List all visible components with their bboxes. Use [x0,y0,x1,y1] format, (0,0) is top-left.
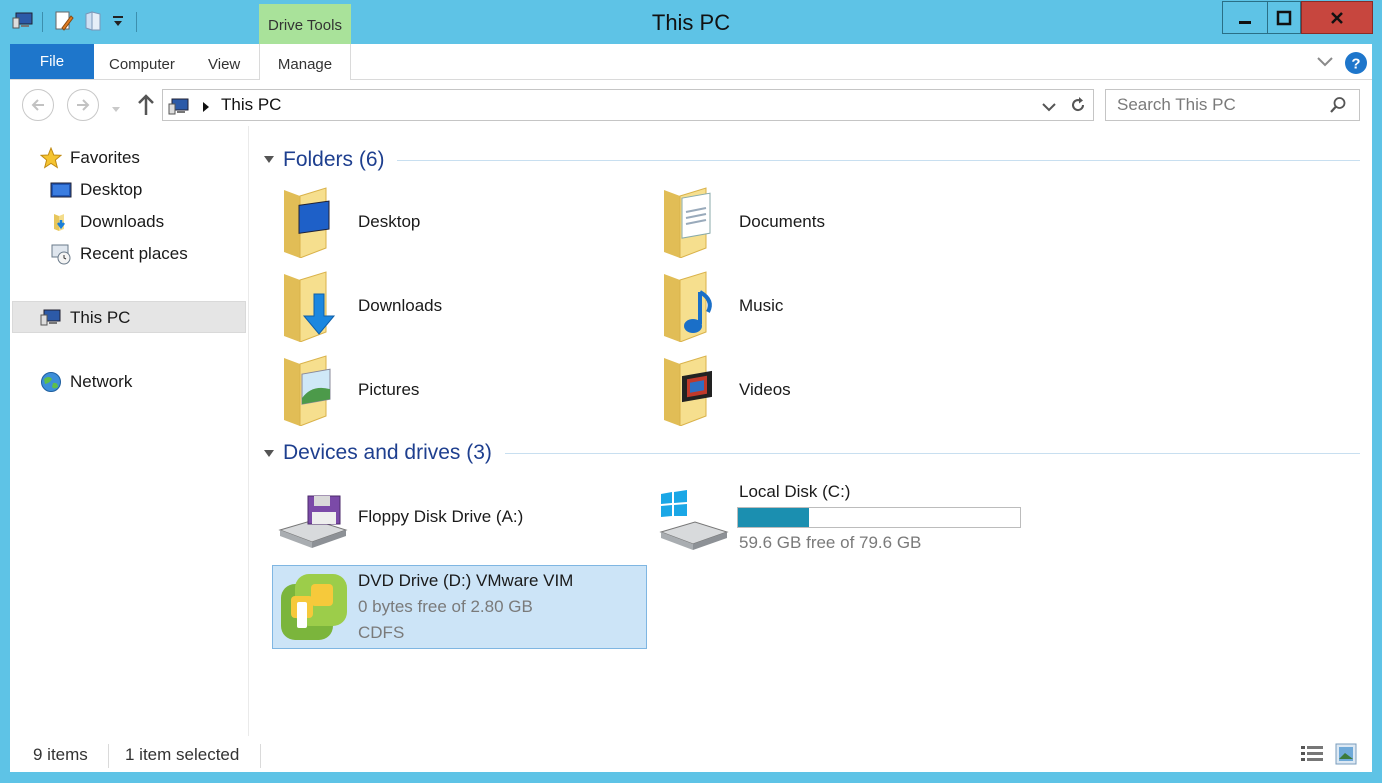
properties-icon[interactable] [54,10,74,34]
refresh-icon[interactable] [1069,96,1087,119]
this-pc-icon [168,96,190,121]
address-dropdown-icon[interactable] [1042,99,1056,117]
breadcrumb[interactable]: This PC [221,95,281,115]
downloads-folder-icon[interactable] [280,270,350,343]
desktop-folder-icon[interactable] [280,186,350,259]
title-bar [0,0,1382,44]
documents-folder-icon[interactable] [660,186,730,259]
collapse-folders-icon[interactable] [264,156,274,163]
folder-videos-label[interactable]: Videos [739,380,791,400]
nav-item-label: Downloads [80,212,165,231]
nav-network-label: Network [70,372,133,391]
floppy-drive-label[interactable]: Floppy Disk Drive (A:) [358,507,523,527]
this-pc-icon [40,307,62,329]
network-globe-icon [40,371,62,393]
search-placeholder: Search This PC [1117,95,1236,114]
dvd-drive-free-space: 0 bytes free of 2.80 GB [358,597,533,616]
maximize-button[interactable] [1267,1,1301,34]
dvd-drive-label[interactable]: DVD Drive (D:) VMware VIM [358,571,573,591]
music-folder-icon[interactable] [660,270,730,343]
nav-item-desktop[interactable]: Desktop [50,178,142,202]
minimize-button[interactable] [1222,1,1268,34]
address-bar[interactable] [162,89,1094,121]
folder-music-label[interactable]: Music [739,296,783,316]
local-disk-free-space: 59.6 GB free of 79.6 GB [739,533,922,552]
collapse-devices-icon[interactable] [264,450,274,457]
drive-tools-context: Drive Tools [259,4,351,44]
expand-ribbon-icon[interactable] [1316,55,1334,73]
folder-downloads-label[interactable]: Downloads [358,296,442,316]
group-divider [397,160,1360,161]
downloads-folder-icon [50,211,72,233]
pictures-folder-icon[interactable] [280,354,350,427]
status-divider [260,744,261,768]
back-button[interactable] [22,89,54,121]
star-icon [39,146,63,169]
nav-this-pc[interactable]: This PC [40,306,130,330]
recent-places-icon [50,243,72,265]
up-button[interactable] [136,93,156,122]
svg-text:?: ? [1351,56,1360,73]
status-divider [108,744,109,768]
customize-toolbar-icon[interactable] [112,14,124,38]
close-button[interactable] [1301,1,1373,34]
new-folder-icon[interactable] [84,10,104,34]
desktop-icon [50,179,72,201]
search-icon[interactable] [1329,96,1347,119]
videos-folder-icon[interactable] [660,354,730,427]
nav-network[interactable]: Network [40,370,132,394]
folder-pictures-label[interactable]: Pictures [358,380,419,400]
qa-divider [42,12,43,32]
tab-file[interactable]: File [10,44,94,79]
folder-desktop-label[interactable]: Desktop [358,212,420,232]
vmware-dvd-icon[interactable] [277,570,351,644]
local-disk-label[interactable]: Local Disk (C:) [739,482,850,502]
dvd-drive-filesystem: CDFS [358,623,405,642]
nav-item-label: Recent places [80,244,188,263]
help-icon[interactable]: ? [1344,51,1368,80]
folder-documents-label[interactable]: Documents [739,212,825,232]
status-item-count: 9 items [33,745,88,764]
breadcrumb-arrow-icon[interactable] [202,100,210,118]
group-divider [505,453,1360,454]
disk-usage-fill [738,508,809,527]
large-icons-view-icon[interactable] [1335,743,1357,770]
forward-button[interactable] [67,89,99,121]
nav-favorites[interactable]: Favorites [39,146,140,170]
nav-this-pc-label: This PC [70,308,131,327]
nav-item-downloads[interactable]: Downloads [50,210,164,234]
details-view-icon[interactable] [1300,744,1324,769]
qa-divider [136,12,137,32]
nav-favorites-label: Favorites [70,148,140,167]
floppy-drive-icon[interactable] [276,494,348,550]
tab-computer[interactable]: Computer [109,50,175,80]
disk-usage-bar [737,507,1021,528]
tab-view[interactable]: View [208,50,240,80]
local-disk-icon[interactable] [657,488,729,550]
tab-manage[interactable]: Manage [259,44,351,80]
this-pc-icon[interactable] [12,10,34,34]
recent-locations-icon[interactable] [111,101,121,119]
devices-group-header[interactable]: Devices and drives (3) [283,441,492,465]
folders-group-header[interactable]: Folders (6) [283,148,385,172]
nav-item-recent-places[interactable]: Recent places [50,242,188,266]
nav-item-label: Desktop [80,180,143,199]
status-selected-count: 1 item selected [125,745,240,764]
